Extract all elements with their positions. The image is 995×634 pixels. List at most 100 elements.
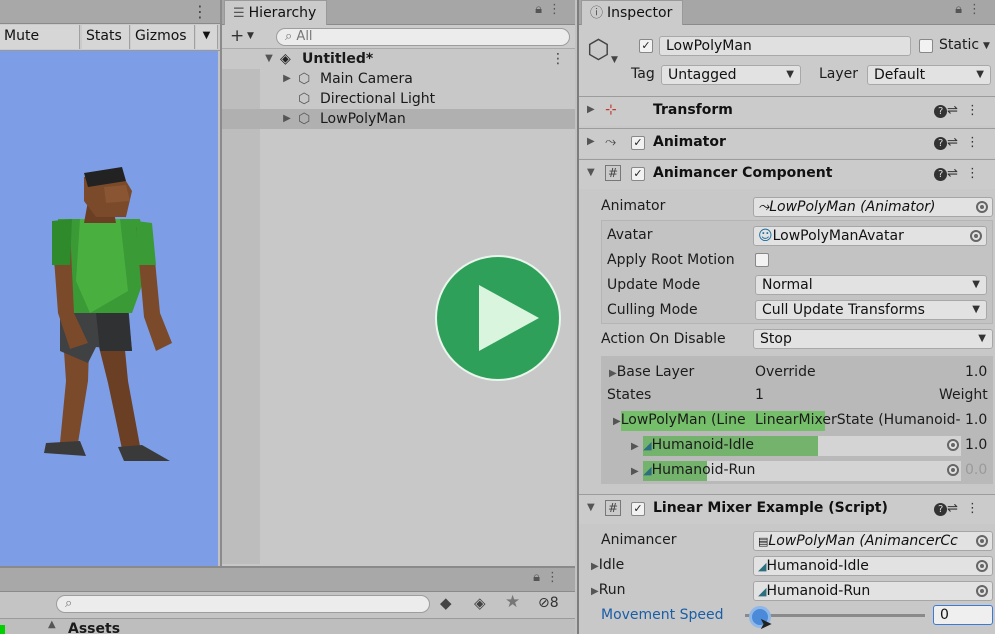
filter-by-label-icon[interactable]: ◈	[474, 594, 486, 612]
object-picker-icon[interactable]	[947, 439, 959, 451]
more-options-icon[interactable]: ⋮	[968, 2, 987, 17]
help-icon[interactable]: ?	[934, 137, 948, 150]
stats-button[interactable]: Stats	[82, 25, 130, 49]
hierarchy-item-main-camera[interactable]: ▶ ⬡ Main Camera	[222, 69, 575, 89]
run-clip-field[interactable]: ◢Humanoid-Run	[753, 581, 993, 601]
expand-triangle-icon[interactable]: ▶	[591, 586, 599, 597]
play-button[interactable]	[435, 255, 561, 381]
expand-triangle-icon[interactable]: ▶	[609, 368, 617, 379]
lock-icon[interactable]: 🔒︎	[955, 2, 968, 17]
component-animator-header[interactable]: ▶ ⤳ ✓ Animator ? ⇌⋮	[579, 128, 995, 158]
tag-dropdown[interactable]: Untagged ▼	[661, 65, 801, 85]
panel-actions: 🔒︎⋮	[955, 2, 987, 17]
lock-icon[interactable]: 🔒︎	[533, 570, 546, 585]
transform-icon: ⊹	[605, 102, 617, 118]
base-layer-row[interactable]: ▶Base Layer	[609, 364, 694, 380]
active-checkbox[interactable]: ✓	[639, 39, 653, 53]
preset-sliders-icon[interactable]: ⇌	[947, 135, 966, 150]
hierarchy-search-input[interactable]: ⌕ All	[276, 28, 570, 46]
hidden-packages-toggle[interactable]: ⊘8	[538, 595, 559, 611]
update-mode-dropdown[interactable]: Normal ▼	[755, 275, 987, 295]
mouse-cursor-icon: ➤	[759, 614, 773, 633]
help-icon[interactable]: ?	[934, 503, 948, 516]
object-picker-icon[interactable]	[976, 535, 988, 547]
object-name-input[interactable]: LowPolyMan	[659, 36, 911, 56]
animator-object-field[interactable]: ⤳LowPolyMan (Animator)	[753, 197, 993, 217]
script-icon: ▤	[758, 535, 769, 548]
chevron-down-icon: ▼	[972, 279, 980, 290]
animancer-enabled-checkbox[interactable]: ✓	[631, 167, 645, 181]
hierarchy-item-directional-light[interactable]: ⬡ Directional Light	[222, 89, 575, 109]
preset-sliders-icon[interactable]: ⇌	[947, 166, 966, 181]
collapse-triangle-icon[interactable]: ▲	[48, 619, 56, 630]
expand-triangle-icon[interactable]: ▼	[587, 502, 595, 513]
object-picker-icon[interactable]	[947, 464, 959, 476]
culling-mode-dropdown[interactable]: Cull Update Transforms ▼	[755, 300, 987, 320]
lock-icon[interactable]: 🔒︎	[535, 2, 548, 17]
scene-viewport[interactable]	[0, 51, 218, 566]
preset-sliders-icon[interactable]: ⇌	[947, 501, 966, 516]
more-options-icon[interactable]: ⋮	[551, 49, 565, 69]
gizmos-button[interactable]: Gizmos	[131, 25, 195, 49]
more-options-icon[interactable]: ⋮	[966, 103, 987, 118]
expand-triangle-icon[interactable]: ▼	[587, 167, 595, 178]
layer-dropdown[interactable]: Default ▼	[867, 65, 991, 85]
scene-row[interactable]: ▼ ◈ Untitled* ⋮	[222, 49, 575, 69]
animation-clip-icon: ◢	[643, 464, 652, 477]
movement-speed-input[interactable]: 0	[933, 605, 993, 625]
more-options-icon[interactable]: ⋮	[966, 501, 987, 516]
more-options-icon[interactable]: ⋮	[966, 166, 987, 181]
mute-audio-button[interactable]: Mute Audio	[0, 25, 80, 66]
help-icon[interactable]: ?	[934, 105, 948, 118]
more-options-icon[interactable]: ⋮	[546, 570, 565, 585]
object-picker-icon[interactable]	[976, 201, 988, 213]
hierarchy-item-lowpolyman[interactable]: ▶ ⬡ LowPolyMan	[222, 109, 575, 129]
project-search-input[interactable]: ⌕	[56, 595, 430, 613]
expand-triangle-icon[interactable]: ▶	[587, 104, 595, 115]
component-linear-mixer-header[interactable]: ▼ # ✓ Linear Mixer Example (Script) ? ⇌⋮	[579, 494, 995, 524]
gameobject-cube-icon[interactable]: ⬡	[587, 35, 610, 65]
expand-triangle-icon[interactable]: ▶	[631, 441, 639, 452]
expand-triangle-icon[interactable]: ▼	[262, 49, 276, 69]
more-options-icon[interactable]: ⋮	[192, 2, 208, 21]
idle-field-row[interactable]: ▶Idle	[591, 557, 624, 573]
expand-triangle-icon[interactable]: ▶	[280, 109, 294, 129]
animancer-object-field[interactable]: ▤LowPolyMan (AnimancerCc	[753, 531, 993, 551]
expand-triangle-icon[interactable]: ▶	[631, 466, 639, 477]
object-picker-icon[interactable]	[976, 560, 988, 572]
favorite-star-icon[interactable]: ★	[505, 592, 520, 612]
chevron-down-icon[interactable]: ▼	[983, 41, 990, 51]
object-picker-icon[interactable]	[970, 230, 982, 242]
linear-mixer-enabled-checkbox[interactable]: ✓	[631, 502, 645, 516]
gizmos-dropdown-icon[interactable]: ▼	[196, 25, 218, 49]
idle-state-row[interactable]: ▶ ◢Humanoid-Idle	[631, 437, 754, 453]
expand-triangle-icon[interactable]: ▶	[280, 69, 294, 89]
tab-hierarchy[interactable]: ☰ Hierarchy	[224, 0, 328, 25]
run-state-row[interactable]: ▶ ◢Humanoid-Run	[631, 462, 755, 478]
add-object-icon[interactable]: +	[230, 26, 244, 46]
expand-triangle-icon[interactable]: ▶	[587, 136, 595, 147]
preset-sliders-icon[interactable]: ⇌	[947, 103, 966, 118]
object-picker-icon[interactable]	[976, 585, 988, 597]
assets-folder-label[interactable]: Assets	[68, 621, 120, 634]
more-options-icon[interactable]: ⋮	[966, 135, 987, 150]
mixer-state-row[interactable]: ▶LowPolyMan (Line	[613, 412, 746, 428]
idle-clip-field[interactable]: ◢Humanoid-Idle	[753, 556, 993, 576]
more-options-icon[interactable]: ⋮	[548, 2, 567, 17]
gameobject-cube-icon: ⬡	[298, 111, 311, 127]
component-transform-header[interactable]: ▶ ⊹ Transform ? ⇌⋮	[579, 96, 995, 126]
chevron-down-icon[interactable]: ▼	[611, 55, 618, 65]
expand-triangle-icon[interactable]: ▶	[613, 416, 621, 427]
animator-enabled-checkbox[interactable]: ✓	[631, 136, 645, 150]
static-checkbox[interactable]	[919, 39, 933, 53]
run-field-row[interactable]: ▶Run	[591, 582, 626, 598]
filter-by-type-icon[interactable]: ◆	[440, 594, 452, 612]
action-on-disable-dropdown[interactable]: Stop ▼	[753, 329, 993, 349]
expand-triangle-icon[interactable]: ▶	[591, 561, 599, 572]
apply-root-motion-checkbox[interactable]	[755, 253, 769, 267]
chevron-down-icon[interactable]: ▼	[247, 31, 254, 41]
avatar-object-field[interactable]: ☺LowPolyManAvatar	[753, 226, 987, 246]
tab-inspector[interactable]: ⓘ Inspector	[581, 0, 684, 25]
help-icon[interactable]: ?	[934, 168, 948, 181]
component-animancer-header[interactable]: ▼ # ✓ Animancer Component ? ⇌⋮	[579, 159, 995, 189]
